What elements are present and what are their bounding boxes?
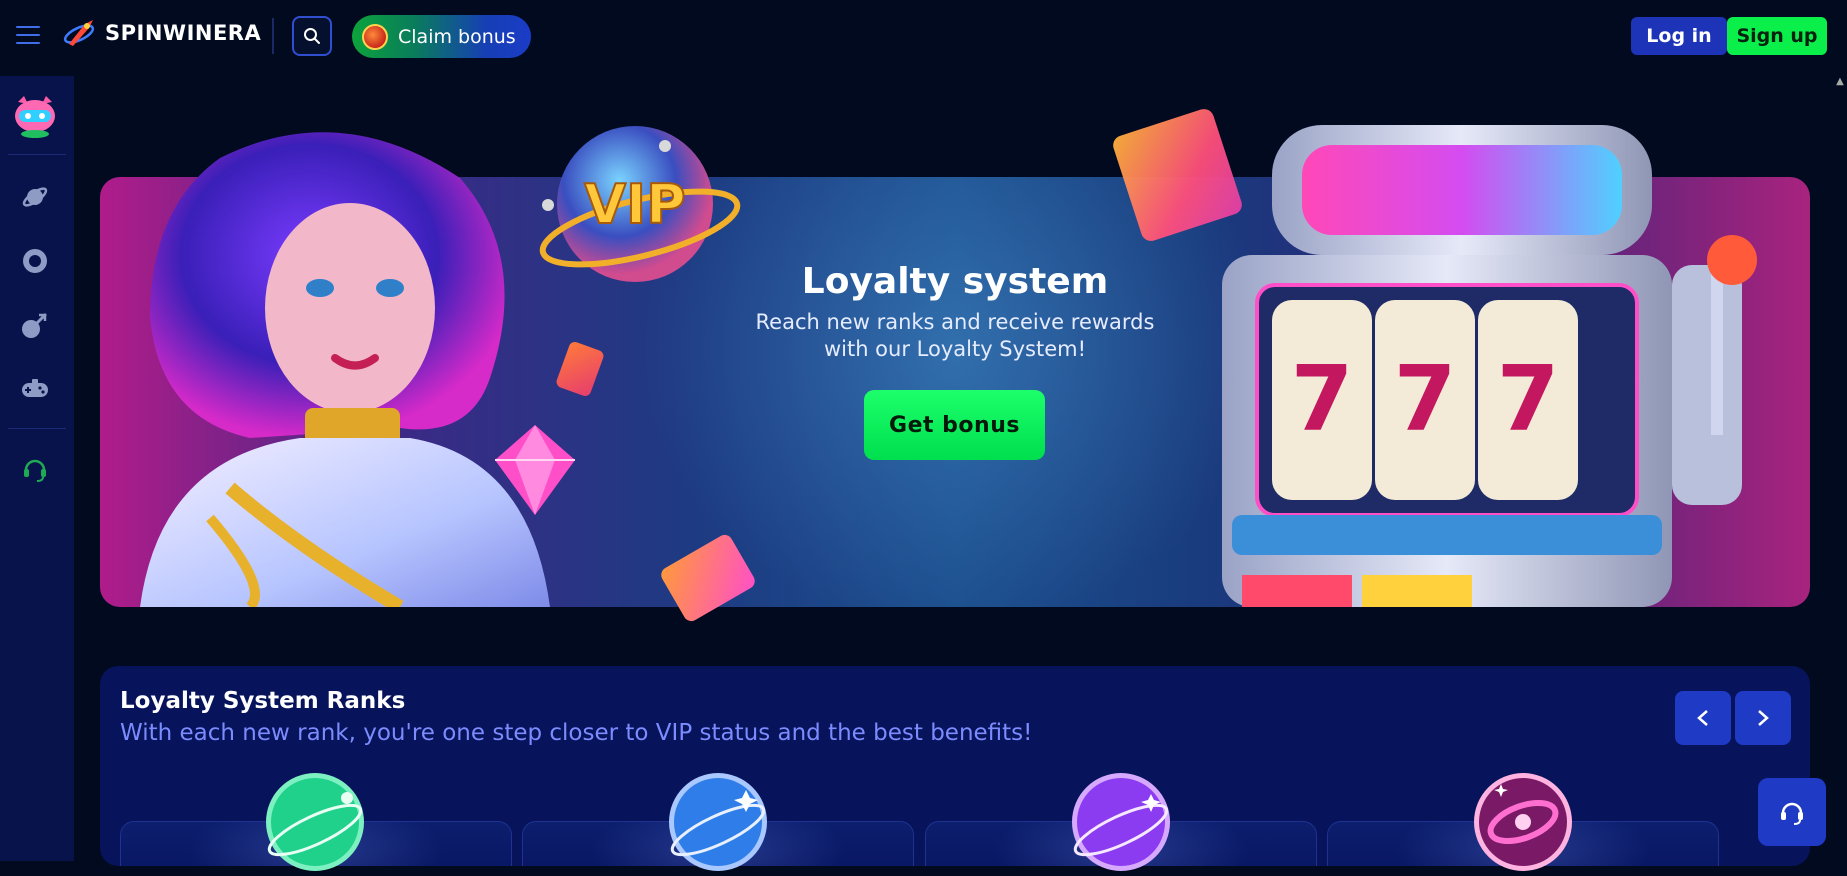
scroll-up-arrow-icon[interactable]: ▲	[1834, 76, 1846, 88]
logo-text: SPINWINERA	[105, 21, 262, 45]
ranks-title: Loyalty System Ranks	[120, 688, 406, 714]
sidebar-item-live-casino[interactable]	[20, 246, 50, 276]
slot-seven-3: 7	[1497, 347, 1560, 452]
search-button[interactable]	[292, 16, 332, 56]
bonus-strawberry-icon	[362, 23, 388, 50]
sidebar-separator	[8, 154, 66, 155]
menu-icon[interactable]	[16, 26, 40, 44]
mascot-avatar-icon[interactable]	[10, 94, 60, 138]
slot-seven-2: 7	[1394, 347, 1457, 452]
rank-orb-pink-galaxy-icon	[1473, 772, 1573, 872]
ranks-prev-button[interactable]	[1675, 691, 1731, 745]
sidebar-item-crash[interactable]	[20, 310, 50, 340]
slot-machine-illustration: 7 7 7	[1212, 115, 1760, 607]
support-headset-icon	[1781, 802, 1803, 825]
rank-orb-blue-icon	[668, 772, 768, 872]
get-bonus-button[interactable]: Get bonus	[864, 390, 1045, 460]
claim-bonus-button[interactable]: Claim bonus	[352, 15, 531, 58]
claim-bonus-label: Claim bonus	[398, 25, 516, 48]
search-icon	[304, 28, 320, 44]
rank-orb-green-icon	[265, 772, 365, 872]
hero-subtitle: Reach new ranks and receive rewards with…	[755, 310, 1155, 361]
logo[interactable]: SPINWINERA	[63, 16, 261, 50]
vip-label: VIP	[584, 173, 685, 236]
chevron-left-icon	[1697, 710, 1708, 726]
sidebar-item-casino[interactable]	[20, 182, 50, 212]
ranks-next-button[interactable]	[1735, 691, 1791, 745]
rocket-logo-icon	[63, 16, 99, 50]
support-headset-icon	[24, 459, 46, 482]
pink-gem-illustration	[485, 420, 585, 520]
hero-character-illustration	[100, 118, 580, 607]
chevron-right-icon	[1758, 710, 1769, 726]
rocket-icon	[22, 313, 47, 338]
slot-seven-1: 7	[1291, 347, 1354, 452]
roulette-icon	[23, 249, 47, 273]
planet-icon	[22, 187, 48, 207]
sidebar	[0, 76, 74, 861]
rank-orb-purple-icon	[1071, 772, 1171, 872]
header-divider	[272, 18, 274, 54]
signup-button[interactable]: Sign up	[1727, 17, 1827, 55]
login-button[interactable]: Log in	[1631, 17, 1727, 55]
live-support-button[interactable]	[1758, 778, 1826, 846]
sidebar-item-support[interactable]	[20, 454, 50, 484]
ranks-subtitle: With each new rank, you're one step clos…	[120, 720, 1033, 746]
top-header: SPINWINERA Claim bonus Log in Sign up	[0, 0, 1847, 72]
sidebar-item-games[interactable]	[20, 374, 50, 404]
sidebar-separator	[8, 428, 66, 429]
gamepad-icon	[22, 379, 48, 397]
vip-planet-illustration: VIP	[535, 118, 745, 293]
